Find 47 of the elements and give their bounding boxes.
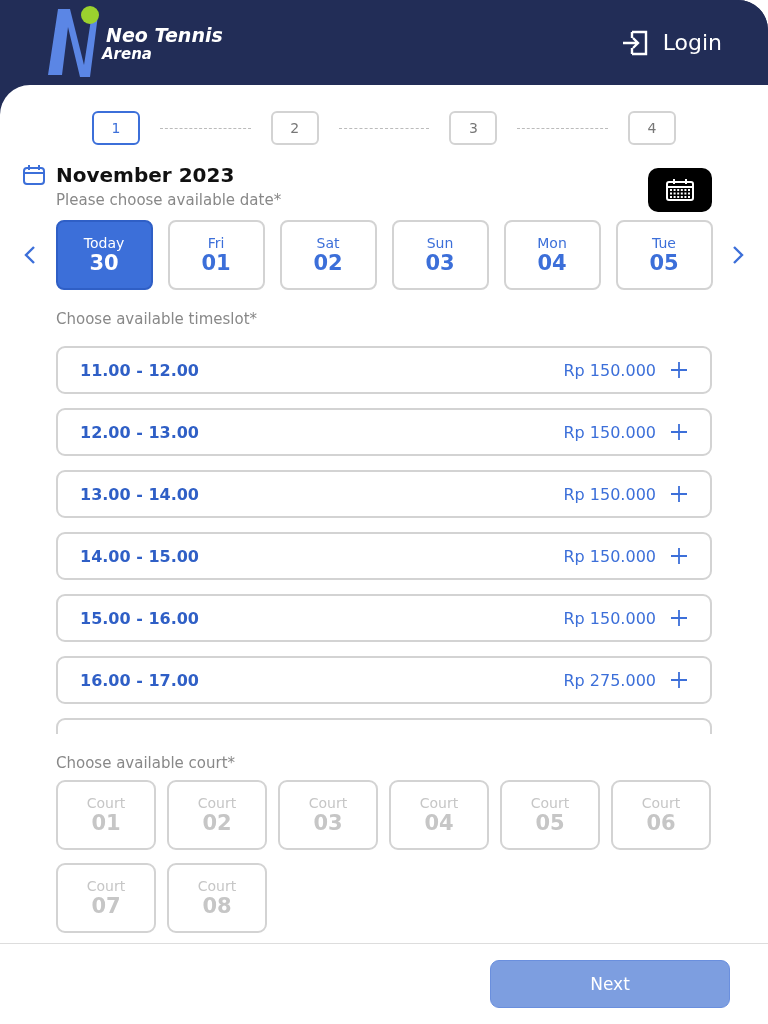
chevron-left-icon (23, 245, 37, 265)
login-button[interactable]: Login (614, 25, 728, 60)
price-text: Rp 150.000 (563, 608, 656, 628)
timeslot-time: 11.00 - 12.00 (80, 360, 199, 380)
step-indicator: 4 (628, 111, 676, 145)
timeslot-time: 12.00 - 13.00 (80, 422, 199, 442)
calendar-icon (666, 179, 694, 201)
hint-text: Please choose available date* (55, 191, 282, 209)
step-indicator: 1 (92, 111, 140, 145)
month-label: November 2023 (56, 163, 235, 187)
plus-icon (670, 361, 688, 379)
plus-icon (670, 423, 688, 441)
brand-subtitle: Arena (102, 45, 153, 62)
price-text: Rp 150.000 (563, 484, 656, 504)
date-option[interactable]: Mon 04 (503, 220, 601, 290)
calendar-button[interactable] (648, 168, 712, 212)
price-text: Rp 275.000 (563, 670, 656, 690)
timeslot-option[interactable]: 15.00 - 16.00 Rp 150.000 (56, 594, 712, 642)
step-indicator: 3 (449, 111, 498, 145)
brand-name: Neo Tennis (106, 23, 223, 46)
login-icon (620, 29, 649, 56)
timeslot-time: 16.00 - 17.00 (80, 670, 199, 690)
hint-text: Choose available timeslot* (55, 310, 259, 328)
date-option[interactable]: Tue 05 (615, 220, 713, 290)
timeslot-time: 15.00 - 16.00 (80, 608, 199, 628)
timeslot-time: 14.00 - 15.00 (80, 546, 199, 566)
plus-icon (670, 609, 688, 627)
date-option[interactable]: Today 30 (55, 220, 153, 290)
price-text: Rp 150.000 (563, 422, 656, 442)
date-option[interactable]: Sun 03 (391, 220, 489, 290)
timeslot-time: 13.00 - 14.00 (80, 484, 199, 504)
timeslot-option[interactable]: 14.00 - 15.00 Rp 150.000 (56, 532, 712, 580)
plus-icon (670, 485, 688, 503)
timeslot-option[interactable]: 11.00 - 12.00 Rp 150.000 (56, 346, 712, 394)
chevron-right-icon (731, 245, 745, 265)
price-text: Rp 150.000 (563, 360, 656, 380)
date-option[interactable]: Sat 02 (279, 220, 377, 290)
step-indicator: 2 (270, 111, 319, 145)
date-option[interactable]: Fri 01 (167, 220, 265, 290)
price-text: Rp 150.000 (563, 546, 656, 566)
timeslot-option[interactable]: 16.00 - 17.00 Rp 275.000 (56, 656, 712, 704)
hint-text: Choose available court* (55, 754, 237, 772)
plus-icon (670, 547, 688, 565)
timeslot-option[interactable]: 13.00 - 14.00 Rp 150.000 (56, 470, 712, 518)
calendar-icon (22, 164, 46, 186)
timeslot-option[interactable]: 12.00 - 13.00 Rp 150.000 (56, 408, 712, 456)
plus-icon (670, 671, 688, 689)
